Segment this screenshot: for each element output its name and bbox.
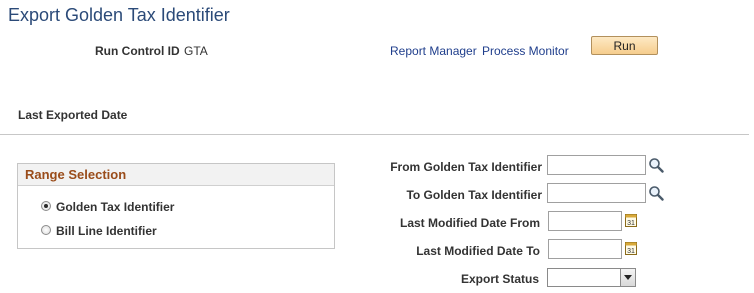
magnifier-icon[interactable] bbox=[648, 185, 664, 201]
calendar-icon[interactable]: 31 bbox=[624, 212, 640, 228]
calendar-icon[interactable]: 31 bbox=[624, 240, 640, 256]
page-title: Export Golden Tax Identifier bbox=[8, 5, 230, 25]
run-button-label: Run bbox=[613, 38, 636, 53]
run-button[interactable]: Run bbox=[591, 36, 658, 55]
bill-line-identifier-radio[interactable] bbox=[41, 225, 51, 235]
svg-text:31: 31 bbox=[627, 248, 635, 255]
from-golden-tax-identifier-label: From Golden Tax Identifier bbox=[390, 160, 542, 174]
chevron-down-icon[interactable] bbox=[620, 269, 635, 286]
last-exported-date-label: Last Exported Date bbox=[18, 108, 128, 122]
run-control-value: GTA bbox=[184, 44, 208, 58]
magnifier-icon[interactable] bbox=[648, 157, 664, 173]
svg-text:31: 31 bbox=[627, 220, 635, 227]
bill-line-identifier-radio-label[interactable]: Bill Line Identifier bbox=[56, 224, 157, 238]
golden-tax-identifier-radio-label[interactable]: Golden Tax Identifier bbox=[56, 200, 174, 214]
export-status-select[interactable] bbox=[547, 268, 636, 287]
section-divider bbox=[0, 134, 749, 135]
to-golden-tax-identifier-input[interactable] bbox=[547, 183, 646, 203]
last-modified-date-from-label: Last Modified Date From bbox=[399, 216, 540, 230]
range-selection-header: Range Selection bbox=[18, 164, 334, 186]
range-selection-group: Range Selection Golden Tax Identifier Bi… bbox=[17, 163, 335, 249]
report-manager-link[interactable]: Report Manager bbox=[390, 44, 477, 58]
golden-tax-identifier-radio[interactable] bbox=[41, 201, 51, 211]
last-modified-date-from-input[interactable] bbox=[548, 211, 622, 231]
last-modified-date-to-input[interactable] bbox=[548, 239, 622, 259]
process-monitor-link[interactable]: Process Monitor bbox=[482, 44, 569, 58]
run-control-label: Run Control ID bbox=[95, 44, 180, 58]
to-golden-tax-identifier-label: To Golden Tax Identifier bbox=[406, 188, 542, 202]
from-golden-tax-identifier-input[interactable] bbox=[547, 155, 646, 175]
last-modified-date-to-label: Last Modified Date To bbox=[416, 244, 540, 258]
export-status-label: Export Status bbox=[460, 272, 539, 286]
range-selection-title: Range Selection bbox=[25, 167, 127, 182]
